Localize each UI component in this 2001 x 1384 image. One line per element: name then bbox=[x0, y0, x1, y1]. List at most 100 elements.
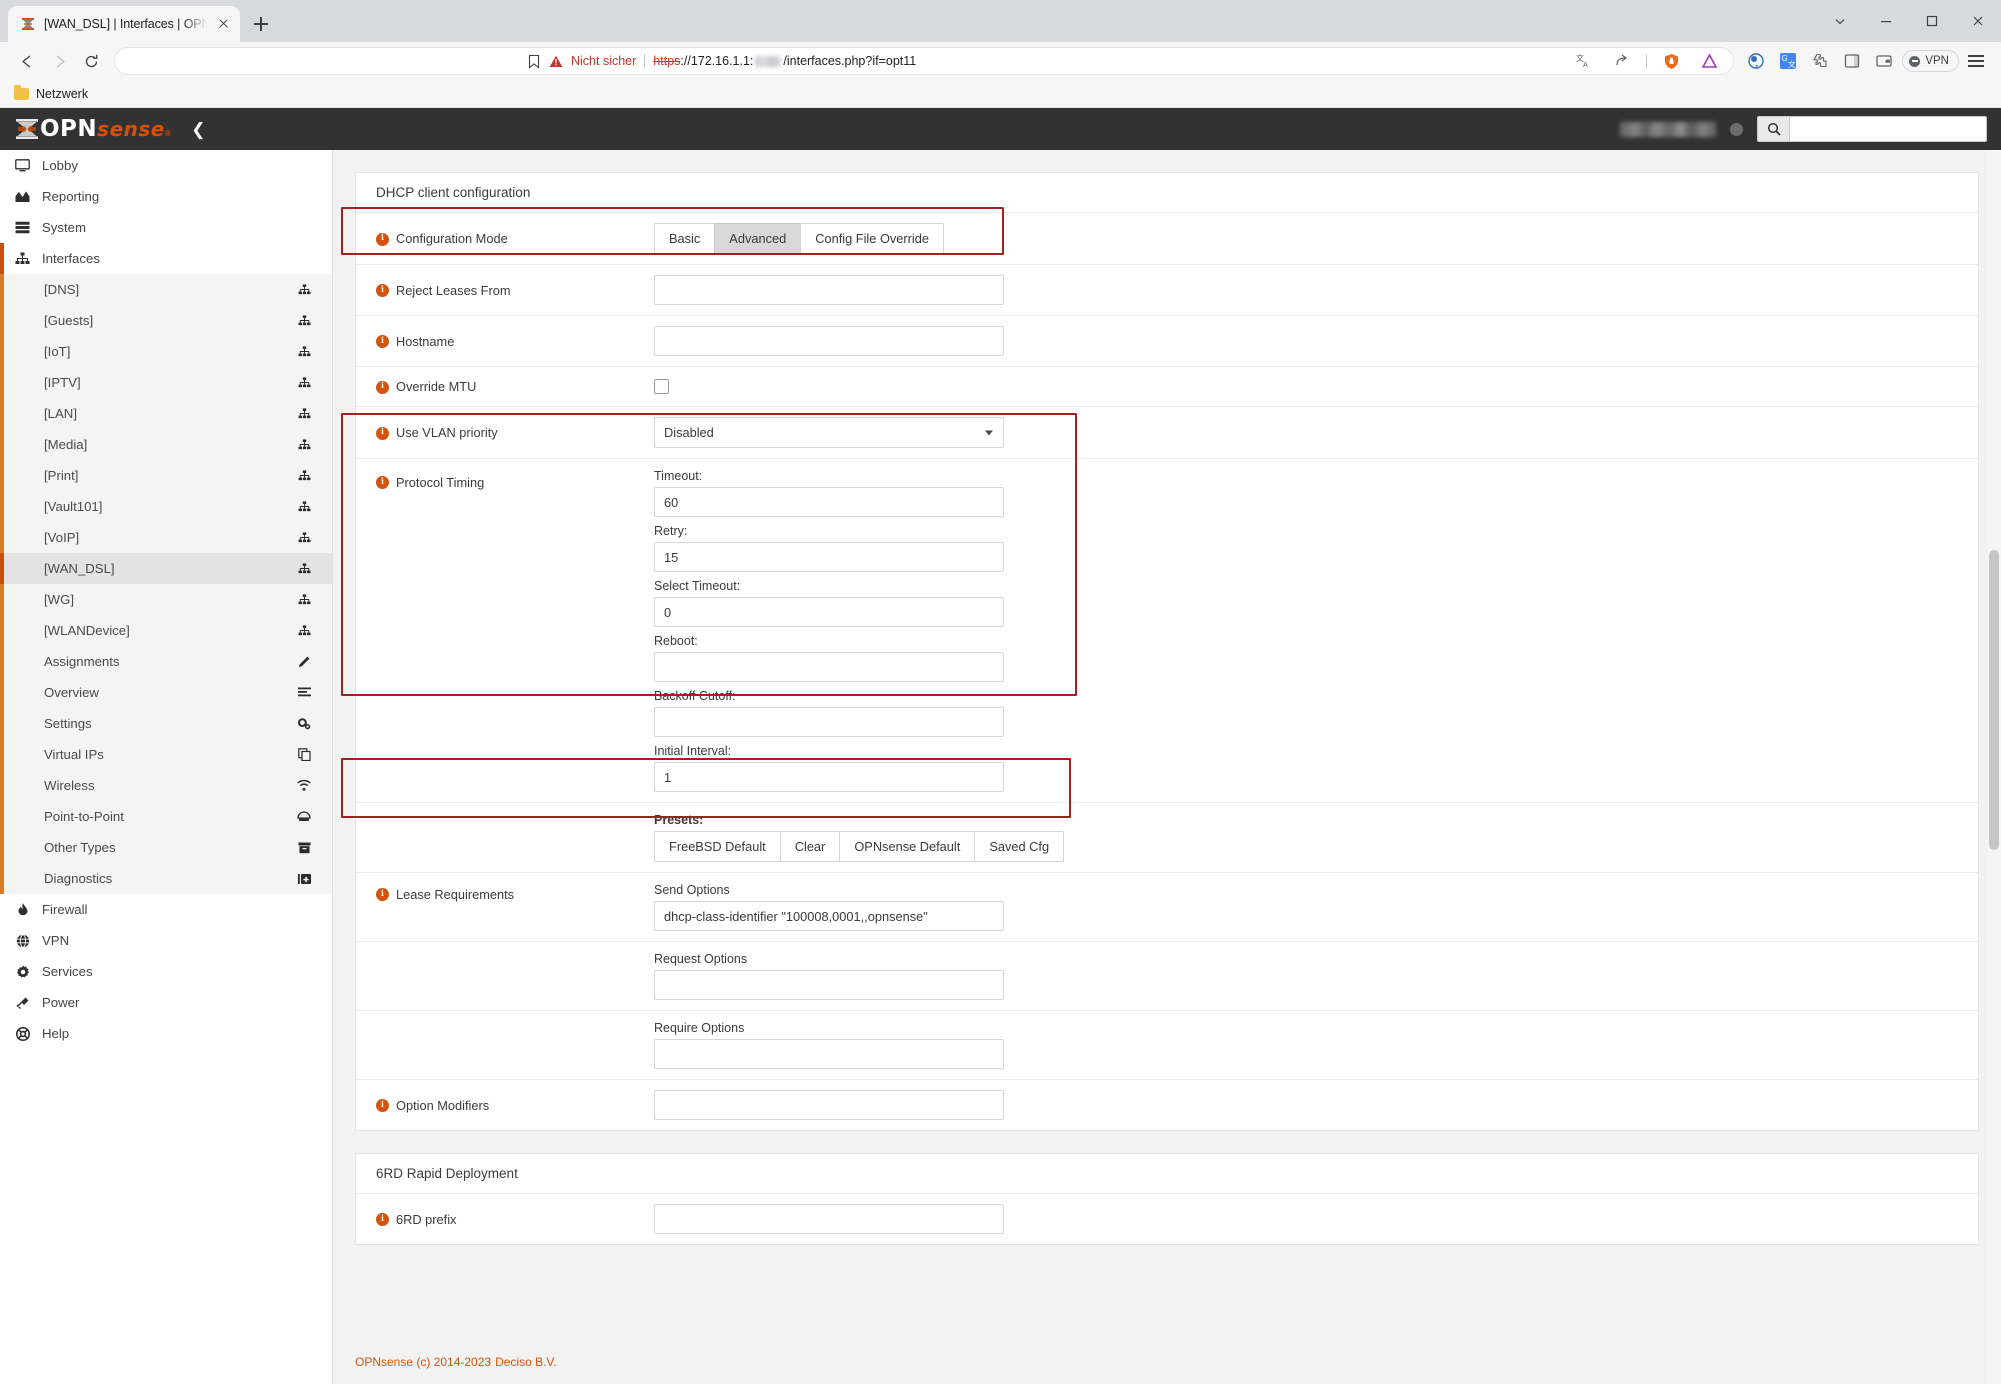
browser-tab[interactable]: [WAN_DSL] | Interfaces | OPNsens bbox=[8, 6, 240, 42]
info-icon[interactable]: i bbox=[376, 888, 389, 901]
vpn-button[interactable]: VPN bbox=[1902, 50, 1959, 72]
minimize-icon[interactable] bbox=[1863, 0, 1909, 42]
sidebar-item-system[interactable]: System bbox=[0, 212, 332, 243]
sidebar-item-vault101[interactable]: [Vault101] bbox=[0, 491, 332, 522]
folder-icon bbox=[14, 85, 29, 100]
google-translate-icon[interactable]: G文 bbox=[1774, 47, 1802, 75]
preset-clear-button[interactable]: Clear bbox=[779, 831, 841, 862]
sidebar-item-media[interactable]: [Media] bbox=[0, 429, 332, 460]
info-icon[interactable]: i bbox=[376, 335, 389, 348]
require-options-input[interactable] bbox=[654, 1039, 1004, 1069]
sidebar-item-services[interactable]: Services bbox=[0, 956, 332, 987]
option-modifiers-input[interactable] bbox=[654, 1090, 1004, 1120]
sidebar-item-interfaces[interactable]: Interfaces bbox=[0, 243, 332, 274]
info-icon[interactable]: i bbox=[376, 232, 389, 246]
bookmark-label[interactable]: Netzwerk bbox=[36, 87, 88, 101]
sidebar-item-dns[interactable]: [DNS] bbox=[0, 274, 332, 305]
security-label: Nicht sicher bbox=[571, 54, 637, 68]
info-icon[interactable]: i bbox=[376, 426, 389, 440]
browser-menu-icon[interactable] bbox=[1963, 48, 1989, 74]
vlan-priority-select[interactable]: Disabled bbox=[654, 417, 1004, 448]
reboot-label: Reboot: bbox=[654, 634, 698, 648]
sidebar-item-overview[interactable]: Overview bbox=[0, 677, 332, 708]
scrollbar-thumb[interactable] bbox=[1989, 550, 1999, 850]
sidebar-item-wg[interactable]: [WG] bbox=[0, 584, 332, 615]
reject-leases-input[interactable] bbox=[654, 275, 1004, 305]
sidebar-item-wlandevice[interactable]: [WLANDevice] bbox=[0, 615, 332, 646]
preset-opnsense-default-button[interactable]: OPNsense Default bbox=[839, 831, 976, 862]
bookmark-star-icon[interactable] bbox=[527, 54, 541, 69]
timeout-input[interactable] bbox=[654, 487, 1004, 517]
config-mode-basic-button[interactable]: Basic bbox=[654, 223, 716, 254]
sidebar-item-label: Interfaces bbox=[42, 251, 100, 266]
initial-interval-input[interactable] bbox=[654, 762, 1004, 792]
backoff-cutoff-input[interactable] bbox=[654, 707, 1004, 737]
sidebar-item-power[interactable]: Power bbox=[0, 987, 332, 1018]
sidebar-item-iot[interactable]: [IoT] bbox=[0, 336, 332, 367]
chevron-down-icon bbox=[985, 430, 993, 435]
request-options-input[interactable] bbox=[654, 970, 1004, 1000]
hostname-input[interactable] bbox=[654, 326, 1004, 356]
maximize-icon[interactable] bbox=[1909, 0, 1955, 42]
select-timeout-input[interactable] bbox=[654, 597, 1004, 627]
footer-vendor-link[interactable]: Deciso B.V. bbox=[495, 1355, 557, 1369]
brave-shields-icon[interactable] bbox=[1657, 47, 1685, 75]
sidebar-item-help[interactable]: Help bbox=[0, 1018, 332, 1049]
sidebar-item-settings[interactable]: Settings bbox=[0, 708, 332, 739]
sidebar-item-diagnostics[interactable]: Diagnostics bbox=[0, 863, 332, 894]
info-icon[interactable]: i bbox=[376, 380, 389, 394]
brave-wallet-icon[interactable] bbox=[1870, 47, 1898, 75]
sidebar-item-guests[interactable]: [Guests] bbox=[0, 305, 332, 336]
sidebar-item-point-to-point[interactable]: Point-to-Point bbox=[0, 801, 332, 832]
chevron-down-icon[interactable] bbox=[1817, 0, 1863, 42]
sidebar-item-vpn[interactable]: VPN bbox=[0, 925, 332, 956]
send-options-input[interactable] bbox=[654, 901, 1004, 931]
address-bar[interactable]: Nicht sicher https://172.16.1.1: /interfa… bbox=[114, 47, 1735, 75]
info-icon[interactable]: i bbox=[376, 1213, 389, 1226]
sidebar-item-voip[interactable]: [VoIP] bbox=[0, 522, 332, 553]
search-icon[interactable] bbox=[1757, 116, 1789, 142]
sidebar-item-iptv[interactable]: [IPTV] bbox=[0, 367, 332, 398]
sidebar-item-other-types[interactable]: Other Types bbox=[0, 832, 332, 863]
back-icon[interactable] bbox=[12, 46, 42, 76]
tab-close-icon[interactable] bbox=[216, 16, 232, 32]
override-mtu-checkbox[interactable] bbox=[654, 379, 669, 394]
sidebar-toggle-icon[interactable] bbox=[1838, 47, 1866, 75]
sidebar-item-assignments[interactable]: Assignments bbox=[0, 646, 332, 677]
info-icon[interactable]: i bbox=[376, 476, 389, 489]
info-icon[interactable]: i bbox=[376, 1099, 389, 1112]
config-mode-override-button[interactable]: Config File Override bbox=[800, 223, 945, 254]
sixrd-prefix-input[interactable] bbox=[654, 1204, 1004, 1234]
preset-freebsd-default-button[interactable]: FreeBSD Default bbox=[654, 831, 781, 862]
content-scrollbar[interactable] bbox=[1987, 150, 2001, 1384]
url-scheme: https bbox=[653, 54, 681, 68]
retry-input[interactable] bbox=[654, 542, 1004, 572]
sidebar-item-lobby[interactable]: Lobby bbox=[0, 150, 332, 181]
svg-text:A: A bbox=[1583, 62, 1588, 69]
new-tab-button[interactable] bbox=[246, 9, 276, 39]
chevron-left-icon[interactable]: ❮ bbox=[191, 121, 205, 138]
search-input[interactable] bbox=[1789, 116, 1987, 142]
share-icon[interactable] bbox=[1608, 47, 1636, 75]
config-mode-advanced-button[interactable]: Advanced bbox=[714, 223, 802, 254]
opnsense-logo[interactable]: OPN sense ® bbox=[14, 116, 171, 142]
preset-saved-cfg-button[interactable]: Saved Cfg bbox=[974, 831, 1065, 862]
puzzle-extensions-icon[interactable] bbox=[1806, 47, 1834, 75]
vpn-label: VPN bbox=[1925, 55, 1949, 67]
sidebar-item-label: [Vault101] bbox=[44, 499, 103, 514]
sidebar-item-firewall[interactable]: Firewall bbox=[0, 894, 332, 925]
sidebar-item-lan[interactable]: [LAN] bbox=[0, 398, 332, 429]
close-window-icon[interactable] bbox=[1955, 0, 2001, 42]
sidebar-item-wireless[interactable]: Wireless bbox=[0, 770, 332, 801]
sidebar-item-virtual-ips[interactable]: Virtual IPs bbox=[0, 739, 332, 770]
sidebar-item-wan-dsl[interactable]: [WAN_DSL] bbox=[0, 553, 332, 584]
reboot-input[interactable] bbox=[654, 652, 1004, 682]
sidebar-item-reporting[interactable]: Reporting bbox=[0, 181, 332, 212]
sidebar-item-print[interactable]: [Print] bbox=[0, 460, 332, 491]
reload-icon[interactable] bbox=[76, 46, 106, 76]
translate-icon[interactable]: 文A bbox=[1570, 47, 1598, 75]
info-icon[interactable]: i bbox=[376, 284, 389, 297]
forward-icon[interactable] bbox=[44, 46, 74, 76]
brave-leo-icon[interactable] bbox=[1695, 47, 1723, 75]
privacy-badger-icon[interactable] bbox=[1742, 47, 1770, 75]
